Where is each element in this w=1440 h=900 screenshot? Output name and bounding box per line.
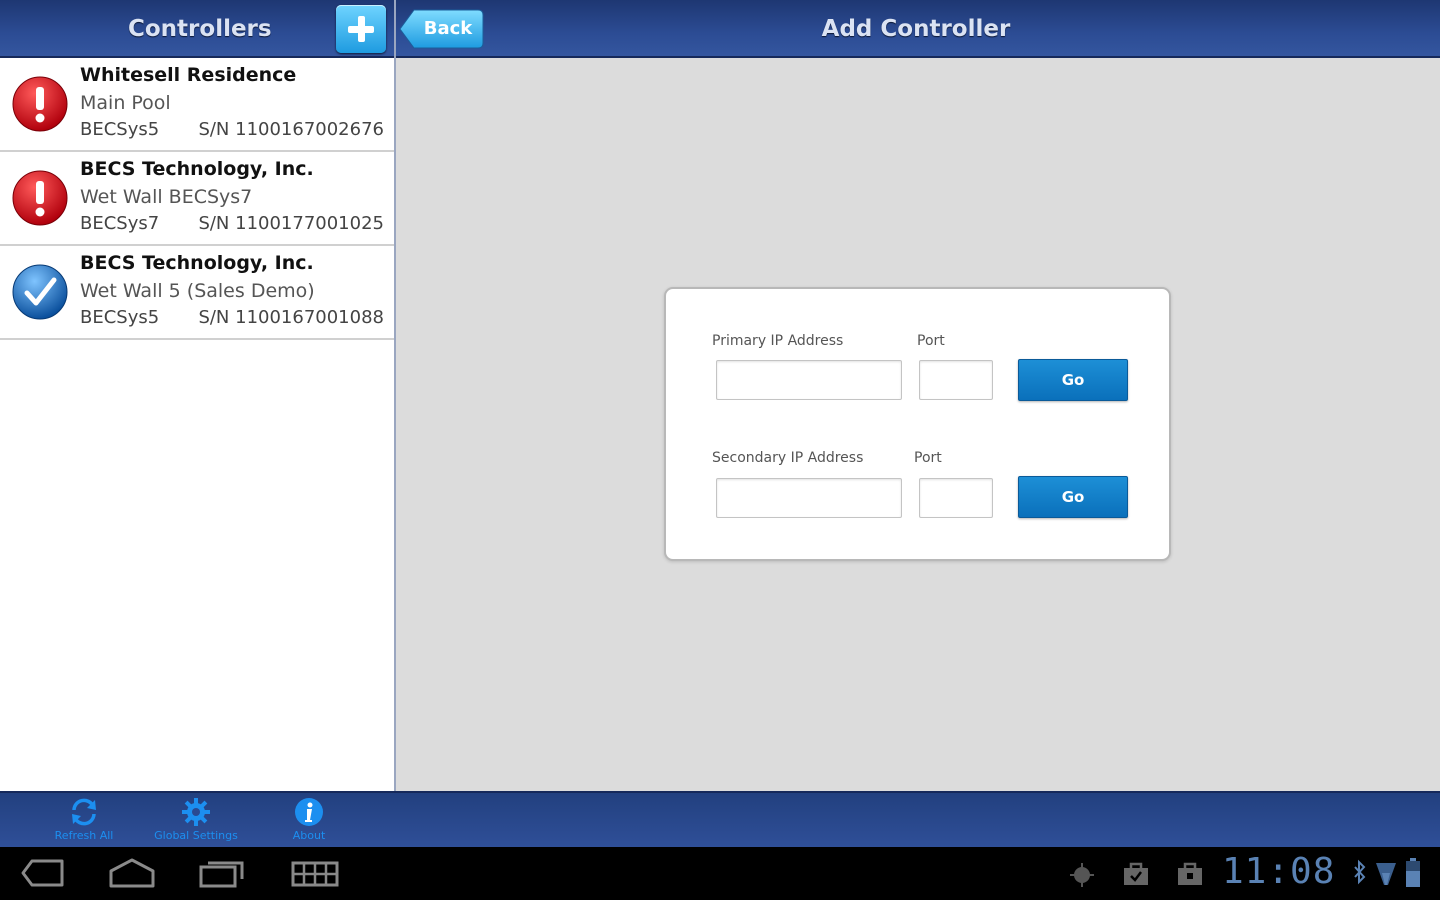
controller-location: Main Pool	[80, 92, 171, 114]
refresh-icon	[72, 798, 96, 826]
back-label: Back	[423, 18, 473, 39]
system-bar: 11:08	[0, 847, 1440, 900]
controller-model: BECSys7	[80, 213, 160, 234]
wifi-signal-icon	[1376, 863, 1396, 885]
error-alert-icon	[12, 76, 68, 132]
about-label: About	[292, 829, 326, 842]
secondary-ip-input[interactable]	[716, 478, 902, 518]
notification-briefcase-icon	[1178, 862, 1202, 885]
info-icon	[295, 798, 323, 826]
primary-port-input[interactable]	[919, 360, 993, 400]
home-nav-icon[interactable]	[108, 857, 156, 889]
add-controller-form: Primary IP Address Port Go Secondary IP …	[664, 287, 1171, 561]
primary-ip-label: Primary IP Address	[712, 333, 844, 349]
bottom-toolbar: Refresh All Global Settings About	[0, 791, 1440, 847]
page-title: Add Controller	[821, 16, 1011, 42]
controller-name: Whitesell Residence	[80, 64, 297, 86]
plus-icon-bar	[348, 26, 374, 33]
back-nav-icon[interactable]	[20, 857, 66, 889]
back-button[interactable]: Back	[398, 8, 484, 50]
add-controller-button[interactable]	[336, 5, 386, 53]
gear-icon	[182, 798, 210, 826]
controller-row[interactable]: Whitesell Residence Main Pool BECSys5 S/…	[0, 58, 394, 152]
controller-row[interactable]: BECS Technology, Inc. Wet Wall BECSys7 B…	[0, 152, 394, 246]
usb-debug-icon	[1070, 863, 1094, 887]
controller-serial: S/N 1100177001025	[198, 213, 384, 234]
secondary-port-input[interactable]	[919, 478, 993, 518]
battery-icon	[1406, 858, 1420, 887]
controller-serial: S/N 1100167001088	[198, 307, 384, 328]
controller-serial: S/N 1100167002676	[198, 119, 384, 140]
global-settings-button[interactable]: Global Settings	[141, 797, 251, 845]
recent-apps-icon[interactable]	[198, 857, 246, 889]
controller-name: BECS Technology, Inc.	[80, 252, 314, 274]
check-ok-icon	[12, 264, 68, 320]
clock: 11:08	[1222, 851, 1336, 892]
add-controller-header: Add Controller	[396, 0, 1440, 58]
global-settings-label: Global Settings	[154, 829, 238, 842]
secondary-go-button[interactable]: Go	[1018, 476, 1128, 518]
notification-bag-icon	[1124, 862, 1148, 885]
about-button[interactable]: About	[254, 797, 364, 845]
controller-location: Wet Wall 5 (Sales Demo)	[80, 280, 315, 302]
bluetooth-icon	[1354, 859, 1366, 885]
refresh-all-button[interactable]: Refresh All	[29, 797, 139, 845]
keyboard-icon[interactable]	[290, 857, 340, 889]
secondary-port-label: Port	[914, 450, 942, 466]
controller-location: Wet Wall BECSys7	[80, 186, 253, 208]
error-alert-icon	[12, 170, 68, 226]
controller-name: BECS Technology, Inc.	[80, 158, 314, 180]
primary-port-label: Port	[917, 333, 945, 349]
controller-row[interactable]: BECS Technology, Inc. Wet Wall 5 (Sales …	[0, 246, 394, 340]
primary-go-button[interactable]: Go	[1018, 359, 1128, 401]
controller-model: BECSys5	[80, 307, 160, 328]
primary-ip-input[interactable]	[716, 360, 902, 400]
refresh-all-label: Refresh All	[54, 829, 114, 842]
controllers-title: Controllers	[128, 16, 272, 42]
secondary-ip-label: Secondary IP Address	[712, 450, 864, 466]
controller-model: BECSys5	[80, 119, 160, 140]
controller-list: Whitesell Residence Main Pool BECSys5 S/…	[0, 58, 394, 791]
controllers-header: Controllers	[0, 0, 394, 58]
